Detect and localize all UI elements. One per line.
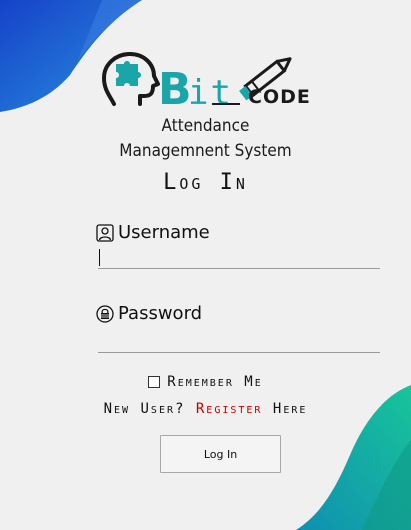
register-link[interactable]: Register: [196, 401, 263, 417]
username-label: Username: [96, 222, 210, 243]
username-input[interactable]: [98, 248, 380, 269]
new-user-line: New User? Register Here: [0, 401, 411, 417]
logo-b: B: [158, 64, 192, 110]
text-cursor: [99, 249, 100, 266]
new-user-suffix: Here: [272, 401, 308, 417]
app-subtitle-line2: Managemnent System: [119, 141, 292, 161]
remember-me-checkbox[interactable]: [148, 376, 161, 388]
username-label-text: Username: [118, 222, 210, 243]
password-label: Password: [96, 303, 202, 324]
remember-me-row[interactable]: Remember Me: [0, 374, 411, 390]
app-subtitle-line1: Attendance: [161, 116, 250, 136]
login-button[interactable]: Log In: [160, 435, 281, 473]
lock-icon: [96, 304, 114, 323]
user-icon: [96, 223, 114, 242]
new-user-prefix: New User?: [103, 401, 186, 417]
password-label-text: Password: [118, 303, 203, 324]
logo-code-text: CODE: [248, 86, 311, 108]
password-input[interactable]: [98, 332, 380, 353]
login-heading: Log In: [163, 170, 248, 195]
remember-me-label[interactable]: Remember Me: [167, 374, 262, 390]
